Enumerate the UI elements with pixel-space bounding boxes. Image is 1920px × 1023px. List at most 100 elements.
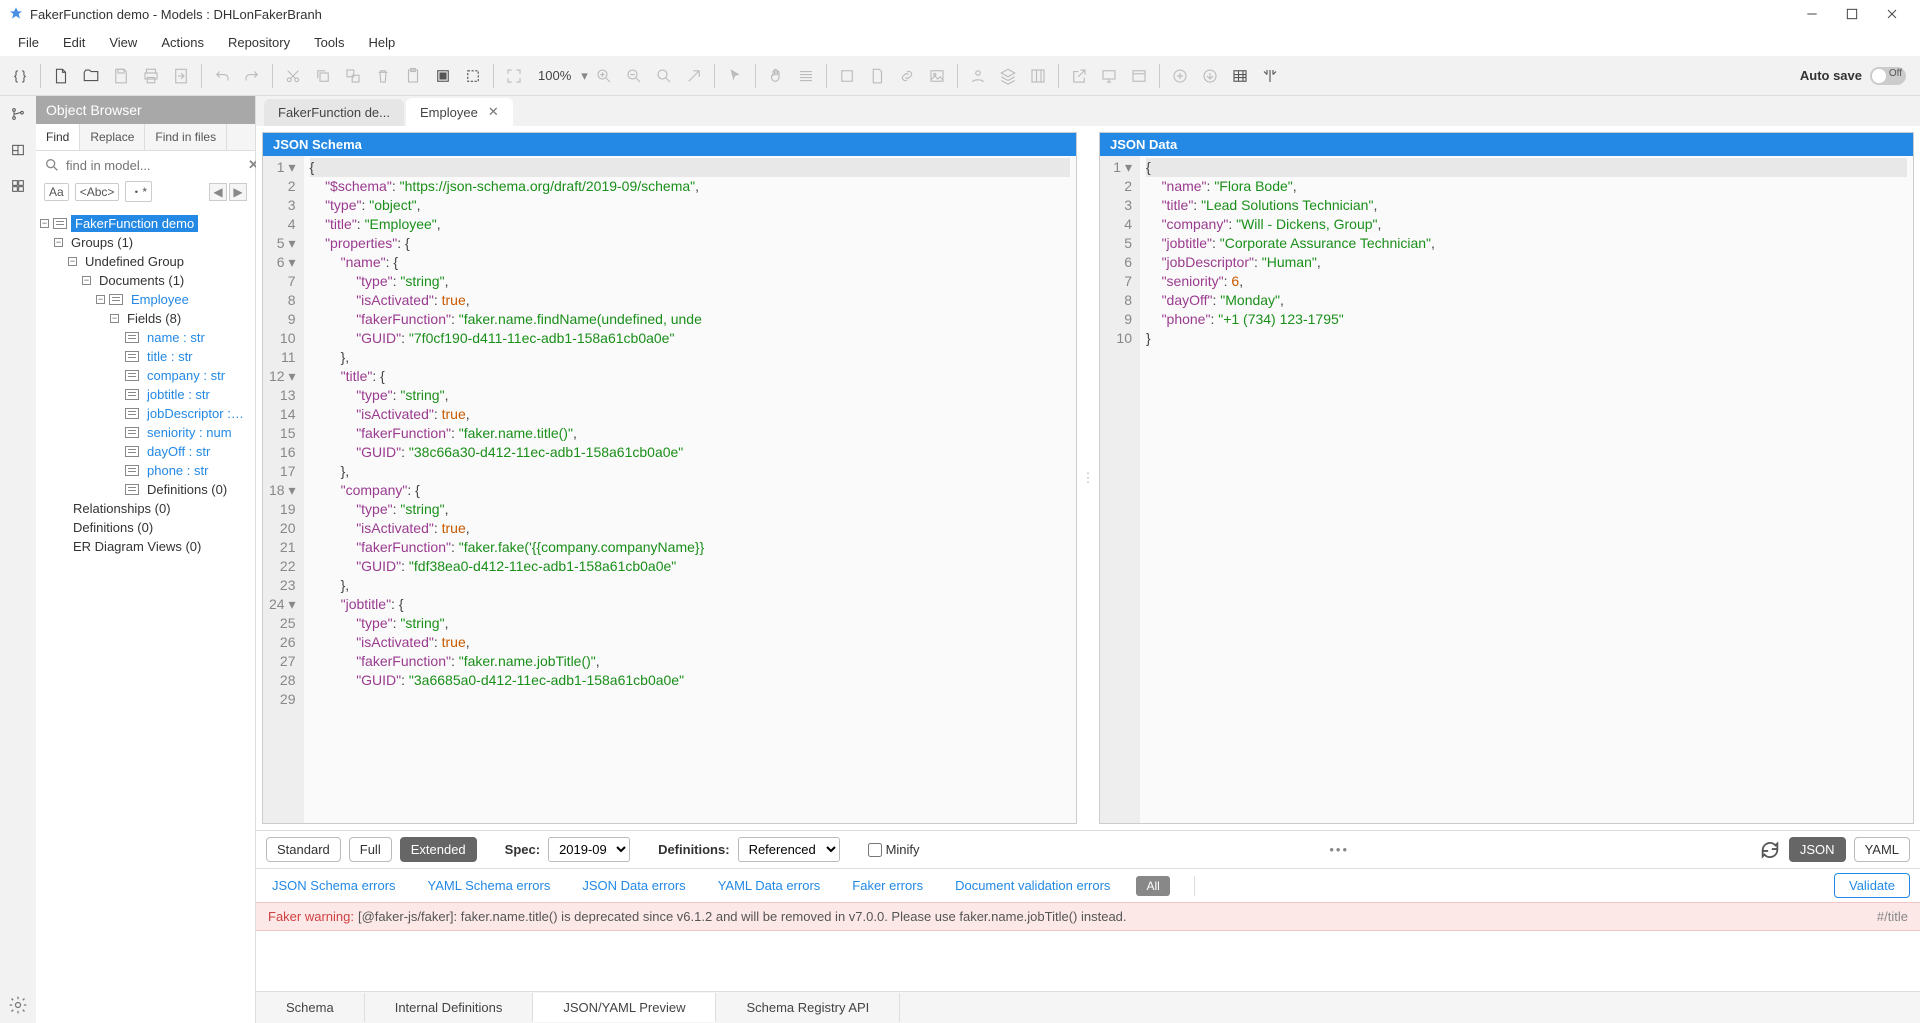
tree-node-label[interactable]: FakerFunction demo bbox=[71, 215, 198, 232]
tree-node-label[interactable]: title : str bbox=[143, 348, 197, 365]
rail-panel-icon[interactable] bbox=[6, 138, 30, 162]
browser-tab-replace[interactable]: Replace bbox=[80, 124, 145, 150]
json-schema-editor[interactable]: 1 ▾2345 ▾6 ▾789101112 ▾131415161718 ▾192… bbox=[263, 156, 1076, 823]
error-tab[interactable]: Faker errors bbox=[846, 874, 929, 897]
fit-icon bbox=[500, 62, 528, 90]
whole-word-option[interactable]: <Abc> bbox=[75, 183, 120, 201]
bottom-tab[interactable]: Schema bbox=[256, 993, 365, 1022]
object-browser: Object Browser FindReplaceFind in files … bbox=[36, 96, 256, 1023]
close-button[interactable] bbox=[1872, 0, 1912, 28]
tree-node-label[interactable]: name : str bbox=[143, 329, 209, 346]
entity-icon bbox=[53, 218, 67, 229]
tree-node-label[interactable]: Fields (8) bbox=[123, 310, 185, 327]
select-all-icon[interactable] bbox=[429, 62, 457, 90]
redo-icon bbox=[238, 62, 266, 90]
entity-icon bbox=[125, 427, 139, 438]
warning-location[interactable]: #/title bbox=[1877, 909, 1908, 924]
error-tab[interactable]: JSON Schema errors bbox=[266, 874, 402, 897]
tree-toggle-icon[interactable]: − bbox=[68, 257, 77, 266]
json-data-header: JSON Data bbox=[1100, 133, 1913, 156]
menubar: FileEditViewActionsRepositoryToolsHelp bbox=[0, 28, 1920, 56]
zoom-level[interactable]: 100% bbox=[530, 68, 579, 83]
prev-result-button[interactable]: ◀ bbox=[209, 183, 227, 201]
mode-standard-button[interactable]: Standard bbox=[266, 837, 341, 862]
validate-button[interactable]: Validate bbox=[1834, 873, 1910, 898]
tree-node-label[interactable]: Employee bbox=[127, 291, 193, 308]
json-data-editor[interactable]: 1 ▾2345678910 { "name": "Flora Bode", "t… bbox=[1100, 156, 1913, 823]
search-input[interactable] bbox=[66, 158, 242, 173]
marquee-icon[interactable] bbox=[459, 62, 487, 90]
tree-node-label[interactable]: seniority : num bbox=[143, 424, 236, 441]
save-icon bbox=[107, 62, 135, 90]
rail-grid-icon[interactable] bbox=[6, 174, 30, 198]
maximize-button[interactable] bbox=[1832, 0, 1872, 28]
json-braces-icon[interactable]: { } bbox=[6, 62, 34, 90]
error-tab[interactable]: JSON Data errors bbox=[576, 874, 691, 897]
tree-toggle-icon[interactable]: − bbox=[40, 219, 49, 228]
match-case-option[interactable]: Aa bbox=[44, 183, 69, 201]
page-icon bbox=[863, 62, 891, 90]
tree-node-label[interactable]: ER Diagram Views (0) bbox=[69, 538, 205, 555]
overflow-icon[interactable]: ••• bbox=[928, 842, 1751, 857]
minify-checkbox[interactable] bbox=[868, 843, 882, 857]
error-tab[interactable]: YAML Schema errors bbox=[422, 874, 557, 897]
tree-node-label[interactable]: jobDescriptor : str bbox=[143, 405, 251, 422]
tree-toggle-icon[interactable]: − bbox=[82, 276, 91, 285]
next-result-button[interactable]: ▶ bbox=[229, 183, 247, 201]
tree-node-label[interactable]: Documents (1) bbox=[95, 272, 188, 289]
format-yaml-button[interactable]: YAML bbox=[1854, 837, 1910, 862]
menu-tools[interactable]: Tools bbox=[304, 31, 354, 54]
error-tab[interactable]: YAML Data errors bbox=[712, 874, 827, 897]
autosave-toggle[interactable]: Off bbox=[1870, 67, 1906, 85]
tree-node-label[interactable]: company : str bbox=[143, 367, 229, 384]
bottom-tab[interactable]: Schema Registry API bbox=[716, 993, 900, 1022]
menu-edit[interactable]: Edit bbox=[53, 31, 95, 54]
spec-select[interactable]: 2019-09 bbox=[548, 837, 630, 862]
format-json-button[interactable]: JSON bbox=[1789, 837, 1846, 862]
menu-file[interactable]: File bbox=[8, 31, 49, 54]
open-folder-icon[interactable] bbox=[77, 62, 105, 90]
tree-node-label[interactable]: Definitions (0) bbox=[143, 481, 231, 498]
pane-splitter[interactable]: ⋮ bbox=[1083, 132, 1093, 824]
browser-tab-find-in-files[interactable]: Find in files bbox=[145, 124, 227, 150]
tree-toggle-icon[interactable]: − bbox=[110, 314, 119, 323]
arrow-icon bbox=[680, 62, 708, 90]
new-file-icon[interactable] bbox=[47, 62, 75, 90]
tree-node-label[interactable]: Definitions (0) bbox=[69, 519, 157, 536]
tree-node-label[interactable]: phone : str bbox=[143, 462, 212, 479]
grid-view-icon[interactable] bbox=[1226, 62, 1254, 90]
mode-extended-button[interactable]: Extended bbox=[400, 837, 477, 862]
mode-full-button[interactable]: Full bbox=[349, 837, 392, 862]
tree-node-label[interactable]: Relationships (0) bbox=[69, 500, 175, 517]
regex-option[interactable]: ・* bbox=[125, 181, 152, 202]
error-tab[interactable]: Document validation errors bbox=[949, 874, 1116, 897]
bottom-tab[interactable]: Internal Definitions bbox=[365, 993, 534, 1022]
menu-view[interactable]: View bbox=[99, 31, 147, 54]
document-tab[interactable]: FakerFunction de... bbox=[264, 99, 404, 126]
error-filter-all[interactable]: All bbox=[1136, 876, 1169, 896]
compress-icon[interactable] bbox=[1256, 62, 1284, 90]
refresh-icon[interactable] bbox=[1759, 839, 1781, 861]
tree-node-label[interactable]: Undefined Group bbox=[81, 253, 188, 270]
tab-close-icon[interactable]: ✕ bbox=[488, 104, 499, 120]
tree-node-label[interactable]: dayOff : str bbox=[143, 443, 214, 460]
browser-tab-find[interactable]: Find bbox=[36, 124, 80, 150]
tree-node-label[interactable]: Groups (1) bbox=[67, 234, 137, 251]
menu-help[interactable]: Help bbox=[358, 31, 405, 54]
object-browser-title: Object Browser bbox=[36, 96, 255, 124]
definitions-select[interactable]: Referenced bbox=[738, 837, 840, 862]
tree-node-label[interactable]: jobtitle : str bbox=[143, 386, 214, 403]
pointer-icon bbox=[721, 62, 749, 90]
menu-actions[interactable]: Actions bbox=[151, 31, 214, 54]
bottom-tab[interactable]: JSON/YAML Preview bbox=[533, 993, 716, 1022]
minimize-button[interactable] bbox=[1792, 0, 1832, 28]
tree-toggle-icon[interactable]: − bbox=[96, 295, 105, 304]
tree-toggle-icon[interactable]: − bbox=[54, 238, 63, 247]
menu-repository[interactable]: Repository bbox=[218, 31, 300, 54]
settings-gear-icon[interactable] bbox=[8, 995, 28, 1015]
json-data-pane: JSON Data 1 ▾2345678910 { "name": "Flora… bbox=[1099, 132, 1914, 824]
tab-label: FakerFunction de... bbox=[278, 105, 390, 120]
document-tab[interactable]: Employee✕ bbox=[406, 98, 513, 126]
rail-branch-icon[interactable] bbox=[6, 102, 30, 126]
layers-icon bbox=[994, 62, 1022, 90]
